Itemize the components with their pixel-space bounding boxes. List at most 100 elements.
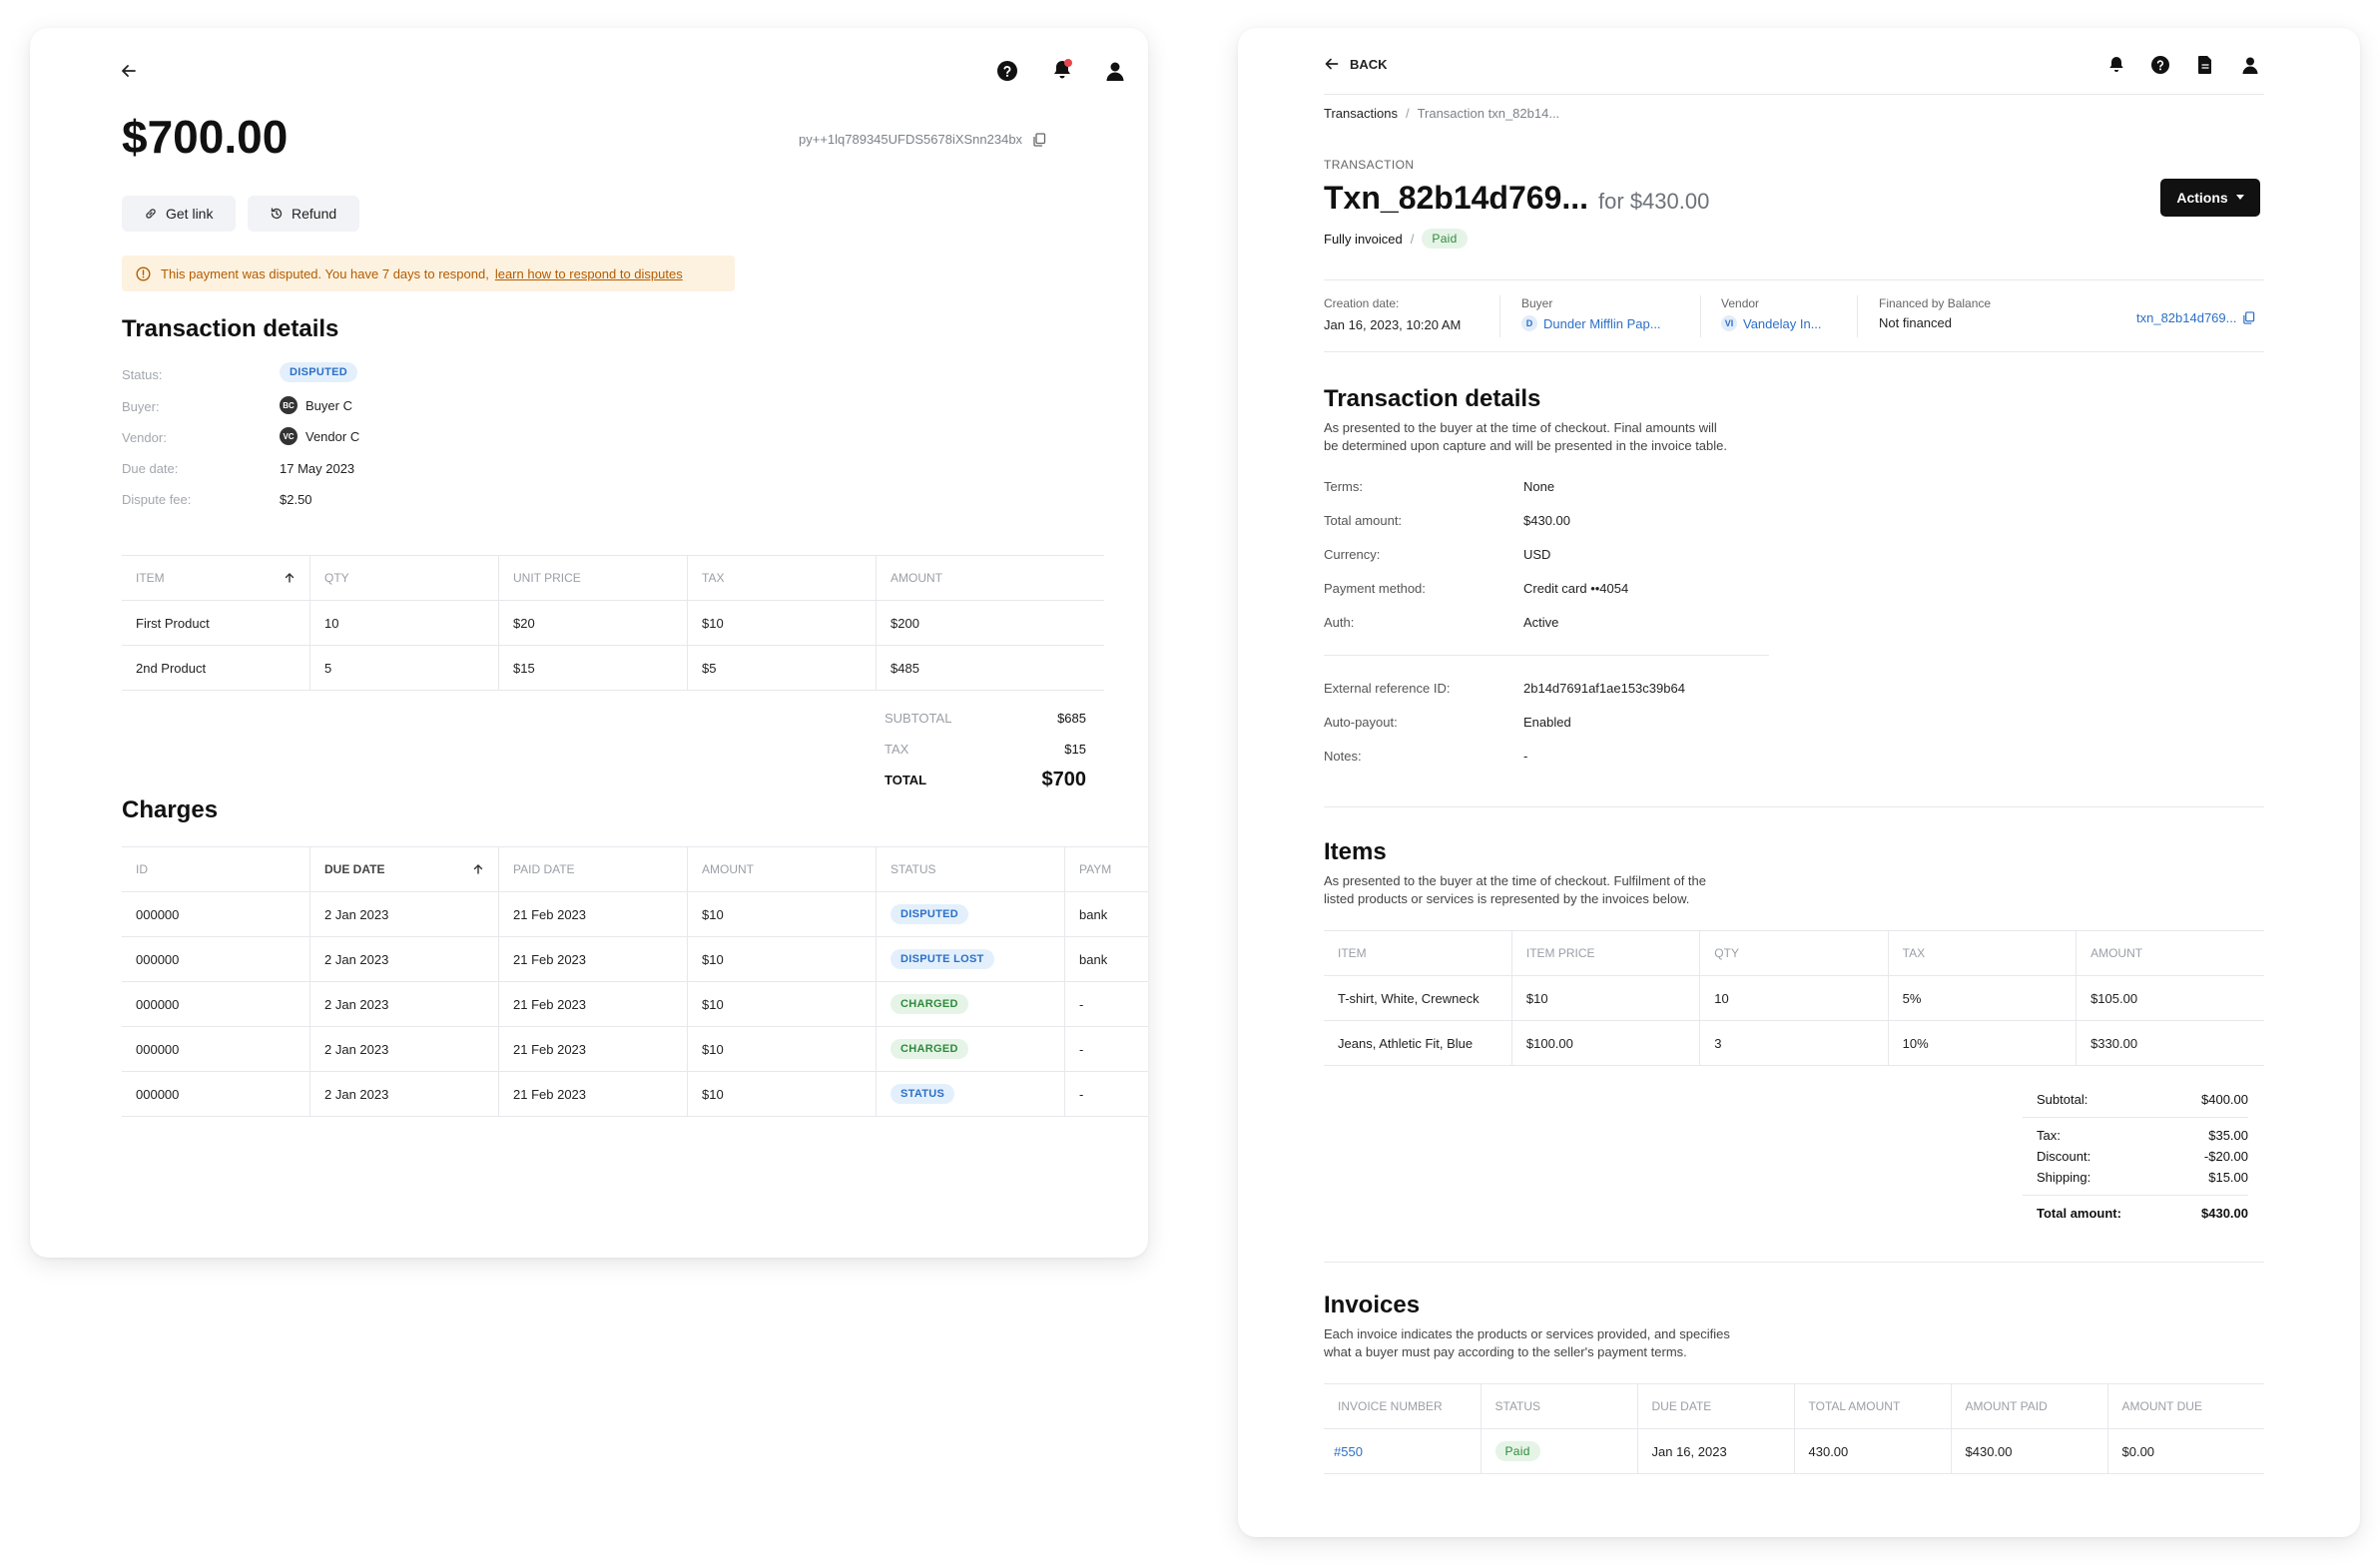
invoice-number-link[interactable]: #550 (1324, 1428, 1481, 1474)
transaction-title: Txn_82b14d769... for $430.00 (1324, 180, 1709, 217)
vendor-label: Vendor: (122, 430, 167, 445)
due-date-label: Due date: (122, 461, 179, 476)
transaction-detail-card: BACK Transactions / Transaction txn_82b1… (1238, 28, 2360, 1537)
transaction-eyebrow: TRANSACTION (1324, 158, 1415, 172)
status-label: Status: (122, 367, 163, 382)
table-row[interactable]: 000000 2 Jan 2023 21 Feb 2023 $10 DISPUT… (122, 891, 1148, 937)
breadcrumb-transactions[interactable]: Transactions (1324, 106, 1398, 121)
banner-text: This payment was disputed. You have 7 da… (161, 265, 489, 281)
items-table: ITEM QTY UNIT PRICE TAX AMOUNT First Pro… (122, 555, 1104, 691)
table-row[interactable]: 000000 2 Jan 2023 21 Feb 2023 $10 CHARGE… (122, 1026, 1148, 1072)
line-items-col-amount[interactable]: AMOUNT (2076, 930, 2264, 976)
status-separator: / (1410, 231, 1415, 247)
vendor-link[interactable]: VI Vandelay In... (1721, 315, 1822, 331)
copy-icon[interactable] (2242, 311, 2255, 324)
item-name: 2nd Product (122, 645, 310, 691)
buyer-link[interactable]: D Dunder Mifflin Pap... (1521, 315, 1661, 331)
back-button[interactable]: BACK (1324, 56, 1388, 72)
get-link-button[interactable]: Get link (122, 196, 236, 232)
subtotal-label: SUBTOTAL (885, 711, 952, 726)
refund-button[interactable]: Refund (248, 196, 359, 232)
notifications-bell-icon[interactable] (1050, 58, 1074, 82)
detail-row-terms: Terms: None (1324, 479, 1628, 513)
table-row[interactable]: #550 Paid Jan 16, 2023 430.00 $430.00 $0… (1324, 1428, 2264, 1474)
items-col-item[interactable]: ITEM (122, 555, 310, 601)
item-tax: $10 (687, 600, 877, 646)
items-col-qty[interactable]: QTY (309, 555, 499, 601)
transaction-id-link[interactable]: txn_82b14d769... (2136, 310, 2255, 325)
charges-col-due-date[interactable]: DUE DATE (309, 846, 499, 892)
summary-tax-value: $35.00 (2208, 1128, 2248, 1143)
items-description: As presented to the buyer at the time of… (1324, 872, 1706, 908)
refund-label: Refund (292, 206, 337, 222)
line-item-tax: 10% (1887, 1020, 2077, 1066)
paid-badge: Paid (1494, 1441, 1540, 1461)
invoices-table: INVOICE NUMBER STATUS DUE DATE TOTAL AMO… (1324, 1383, 2264, 1474)
invoices-header-row: INVOICE NUMBER STATUS DUE DATE TOTAL AMO… (1324, 1383, 2264, 1429)
line-items-col-qty[interactable]: QTY (1699, 930, 1889, 976)
summary-shipping-label: Shipping: (2037, 1170, 2091, 1185)
line-items-col-tax[interactable]: TAX (1887, 930, 2077, 976)
line-item-name: Jeans, Athletic Fit, Blue (1324, 1020, 1512, 1066)
summary-total-label: Total amount: (2037, 1206, 2121, 1221)
invoices-col-due[interactable]: AMOUNT DUE (2106, 1383, 2264, 1429)
meta-divider (1857, 295, 1858, 337)
help-icon[interactable] (996, 60, 1018, 82)
line-items-col-item[interactable]: ITEM (1324, 930, 1512, 976)
link-icon (144, 207, 158, 221)
warning-info-icon (136, 265, 151, 281)
copy-icon[interactable] (1032, 132, 1046, 147)
table-row[interactable]: 000000 2 Jan 2023 21 Feb 2023 $10 CHARGE… (122, 981, 1148, 1027)
table-row[interactable]: 000000 2 Jan 2023 21 Feb 2023 $10 STATUS… (122, 1071, 1148, 1117)
detail-value: - (1523, 749, 1528, 764)
summary-shipping-row: Shipping: $15.00 (2037, 1170, 2248, 1185)
invoices-col-number[interactable]: INVOICE NUMBER (1324, 1383, 1481, 1429)
buyer-avatar: BC (280, 396, 298, 414)
document-icon[interactable] (2196, 55, 2214, 75)
invoices-col-paid[interactable]: AMOUNT PAID (1950, 1383, 2107, 1429)
items-col-amount[interactable]: AMOUNT (876, 555, 1104, 601)
details-list: Terms: None Total amount: $430.00 Curren… (1324, 479, 1628, 649)
user-profile-icon[interactable] (1104, 60, 1126, 82)
tax-label: TAX (885, 742, 909, 757)
charges-col-payment[interactable]: PAYM (1064, 846, 1148, 892)
back-arrow-icon[interactable] (120, 62, 138, 80)
table-row[interactable]: 000000 2 Jan 2023 21 Feb 2023 $10 DISPUT… (122, 936, 1148, 982)
invoices-col-total[interactable]: TOTAL AMOUNT (1793, 1383, 1951, 1429)
status-badge: CHARGED (891, 1039, 968, 1059)
invoices-col-status[interactable]: STATUS (1480, 1383, 1637, 1429)
table-row[interactable]: T-shirt, White, Crewneck $10 10 5% $105.… (1324, 975, 2264, 1021)
items-col-tax[interactable]: TAX (687, 555, 877, 601)
dispute-help-link[interactable]: learn how to respond to disputes (495, 266, 683, 281)
summary-subtotal-label: Subtotal: (2037, 1092, 2088, 1107)
invoice-status-line: Fully invoiced / Paid (1324, 229, 1468, 249)
charge-id: 000000 (122, 981, 310, 1027)
help-icon[interactable] (2150, 55, 2170, 75)
notifications-bell-icon[interactable] (2106, 55, 2126, 75)
user-profile-icon[interactable] (2240, 55, 2260, 75)
breadcrumb: Transactions / Transaction txn_82b14... (1324, 106, 1559, 121)
breadcrumb-separator: / (1405, 106, 1410, 121)
charges-col-amount[interactable]: AMOUNT (687, 846, 877, 892)
charge-paid-date: 21 Feb 2023 (498, 936, 688, 982)
financing-block: Financed by Balance Not financed (1879, 296, 1991, 330)
table-row[interactable]: First Product 10 $20 $10 $200 (122, 600, 1104, 646)
table-row[interactable]: Jeans, Athletic Fit, Blue $100.00 3 10% … (1324, 1020, 2264, 1066)
charges-col-paid-date[interactable]: PAID DATE (498, 846, 688, 892)
line-item-price: $100.00 (1510, 1020, 1700, 1066)
line-items-col-price[interactable]: ITEM PRICE (1510, 930, 1700, 976)
charges-col-id[interactable]: ID (122, 846, 310, 892)
charges-header-row: ID DUE DATE PAID DATE AMOUNT STATUS PAYM (122, 846, 1148, 892)
charge-amount: $10 (687, 1071, 877, 1117)
table-row[interactable]: 2nd Product 5 $15 $5 $485 (122, 645, 1104, 691)
charges-col-status[interactable]: STATUS (876, 846, 1065, 892)
items-col-unit-price[interactable]: UNIT PRICE (498, 555, 688, 601)
actions-dropdown-button[interactable]: Actions (2160, 179, 2260, 217)
charge-payment: bank (1064, 891, 1148, 937)
item-amount: $200 (876, 600, 1104, 646)
buyer-avatar: D (1521, 315, 1537, 331)
sort-arrow-up-icon[interactable] (284, 572, 296, 584)
invoices-col-due-date[interactable]: DUE DATE (1636, 1383, 1794, 1429)
summary-discount-row: Discount: -$20.00 (2037, 1149, 2248, 1164)
sort-arrow-up-icon[interactable] (472, 863, 484, 875)
